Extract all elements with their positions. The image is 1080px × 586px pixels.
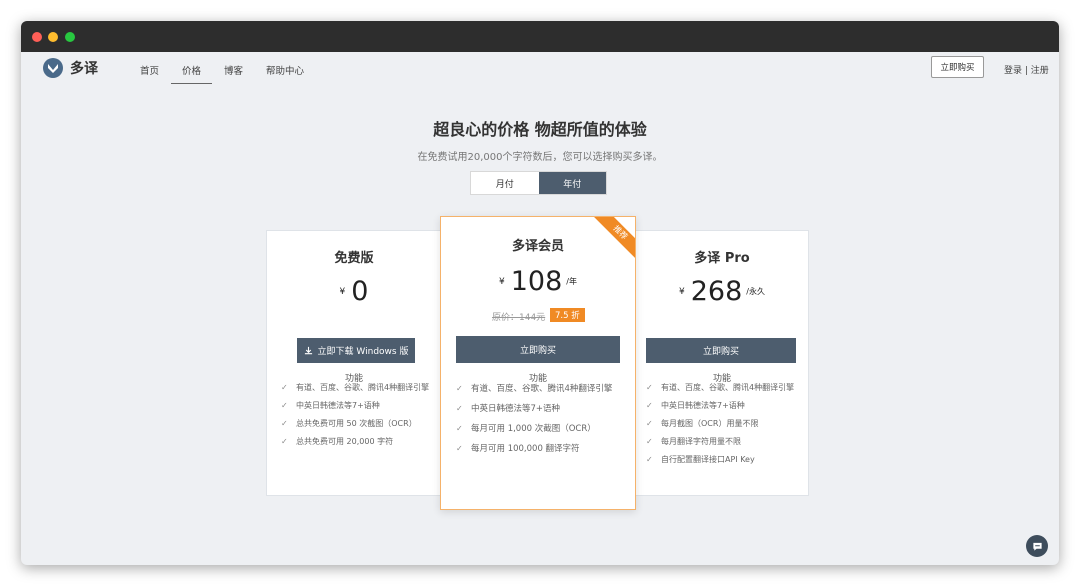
buy-member-button[interactable]: 立即购买 xyxy=(456,336,620,363)
feature-item: ✓ 中英日韩德法等7+语种 xyxy=(646,401,745,410)
feature-list: ✓ 有道、百度、谷歌、腾讯4种翻译引擎 ✓ 中英日韩德法等7+语种 ✓ 每月可用 1,… xyxy=(456,383,624,463)
check-icon: ✓ xyxy=(646,419,653,428)
monthly-toggle[interactable]: 月付 xyxy=(471,172,539,194)
billing-toggle: 月付 年付 xyxy=(470,171,607,195)
check-icon: ✓ xyxy=(456,424,463,433)
buy-pro-button[interactable]: 立即购买 xyxy=(646,338,796,363)
plan-card-member: 推荐 多译会员 ¥108/年 原价：144元 7.5 折 立即购买 功能 ✓ 有道… xyxy=(440,216,636,510)
maximize-window-button[interactable] xyxy=(65,32,75,42)
feature-item: ✓ 每月翻译字符用量不限 xyxy=(646,437,741,446)
currency-symbol: ¥ xyxy=(679,286,685,297)
price-period: /永久 xyxy=(746,287,765,296)
logo[interactable]: 多译 xyxy=(43,58,98,78)
minimize-window-button[interactable] xyxy=(48,32,58,42)
nav-pricing[interactable]: 价格 xyxy=(170,63,213,84)
feature-item: ✓ 中英日韩德法等7+语种 xyxy=(456,404,561,414)
plan-name: 免费版 xyxy=(334,251,374,266)
plan-name: 多译 Pro xyxy=(694,251,750,266)
check-icon: ✓ xyxy=(456,444,463,453)
check-icon: ✓ xyxy=(281,419,288,428)
check-icon: ✓ xyxy=(646,437,653,446)
download-button-label: 立即下载 Windows 版 xyxy=(317,347,409,357)
nav-home[interactable]: 首页 xyxy=(140,63,159,77)
feature-item: ✓ 有道、百度、谷歌、腾讯4种翻译引擎 xyxy=(281,383,430,392)
feature-item: ✓ 每月可用 100,000 翻译字符 xyxy=(456,444,580,454)
check-icon: ✓ xyxy=(646,455,653,464)
download-windows-button[interactable]: 立即下载 Windows 版 xyxy=(297,338,415,363)
buy-now-button[interactable]: 立即购买 xyxy=(931,56,984,78)
chat-support-button[interactable] xyxy=(1026,535,1048,557)
feature-list: ✓ 有道、百度、谷歌、腾讯4种翻译引擎 ✓ 中英日韩德法等7+语种 ✓ 总共免费可用 … xyxy=(281,382,431,454)
feature-item: ✓ 总共免费可用 50 次截图（OCR） xyxy=(281,419,417,428)
close-window-button[interactable] xyxy=(32,32,42,42)
price-amount: 0 xyxy=(351,276,369,307)
top-navbar: 多译 首页 价格 博客 帮助中心 立即购买 登录 | 注册 xyxy=(21,52,1059,86)
plan-card-free: 免费版 ¥0 立即下载 Windows 版 功能 ✓ 有道、百度、谷歌、腾讯4种翻… xyxy=(266,230,442,496)
window-titlebar xyxy=(21,21,1059,52)
feature-item: ✓ 每月可用 1,000 次截图（OCR） xyxy=(456,424,596,434)
price-period: /年 xyxy=(566,277,577,286)
yearly-toggle[interactable]: 年付 xyxy=(538,172,606,194)
nav-help-center[interactable]: 帮助中心 xyxy=(266,63,304,77)
feature-item: ✓ 有道、百度、谷歌、腾讯4种翻译引擎 xyxy=(456,384,613,394)
check-icon: ✓ xyxy=(456,384,463,393)
feature-item: ✓ 自行配置翻译接口API Key xyxy=(646,455,755,464)
plan-card-pro: 多译 Pro ¥268/永久 立即购买 功能 ✓ 有道、百度、谷歌、腾讯4种翻译引… xyxy=(635,230,809,496)
plan-price: ¥268/永久 xyxy=(636,276,808,307)
check-icon: ✓ xyxy=(281,401,288,410)
nav-blog[interactable]: 博客 xyxy=(224,63,243,77)
original-price: 原价：144元 xyxy=(492,313,546,323)
plan-price: ¥0 xyxy=(267,276,441,307)
plan-name: 多译会员 xyxy=(511,239,564,254)
feature-list: ✓ 有道、百度、谷歌、腾讯4种翻译引擎 ✓ 中英日韩德法等7+语种 ✓ 每月截图（OC… xyxy=(646,382,798,472)
price-amount: 108 xyxy=(510,266,563,297)
download-icon xyxy=(304,346,313,355)
check-icon: ✓ xyxy=(281,437,288,446)
feature-item: ✓ 有道、百度、谷歌、腾讯4种翻译引擎 xyxy=(646,383,795,392)
check-icon: ✓ xyxy=(456,404,463,413)
price-amount: 268 xyxy=(690,276,743,307)
check-icon: ✓ xyxy=(281,383,288,392)
check-icon: ✓ xyxy=(646,383,653,392)
feature-item: ✓ 总共免费可用 20,000 字符 xyxy=(281,437,394,446)
feature-item: ✓ 中英日韩德法等7+语种 xyxy=(281,401,380,410)
logo-text: 多译 xyxy=(70,61,98,77)
page-subtitle: 在免费试用20,000个字符数后，您可以选择购买多译。 xyxy=(417,152,663,163)
chat-bubble-icon xyxy=(1032,541,1043,552)
page-title: 超良心的价格 物超所值的体验 xyxy=(433,120,647,139)
plan-price: ¥108/年 xyxy=(441,266,635,297)
browser-window: 多译 首页 价格 博客 帮助中心 立即购买 登录 | 注册 超良心的价格 物超所… xyxy=(21,21,1059,565)
currency-symbol: ¥ xyxy=(339,286,346,297)
discount-badge: 7.5 折 xyxy=(550,308,585,322)
check-icon: ✓ xyxy=(646,401,653,410)
feature-item: ✓ 每月截图（OCR）用量不限 xyxy=(646,419,759,428)
logo-icon xyxy=(43,58,63,78)
currency-symbol: ¥ xyxy=(499,276,505,287)
login-register-link[interactable]: 登录 | 注册 xyxy=(1004,63,1049,76)
